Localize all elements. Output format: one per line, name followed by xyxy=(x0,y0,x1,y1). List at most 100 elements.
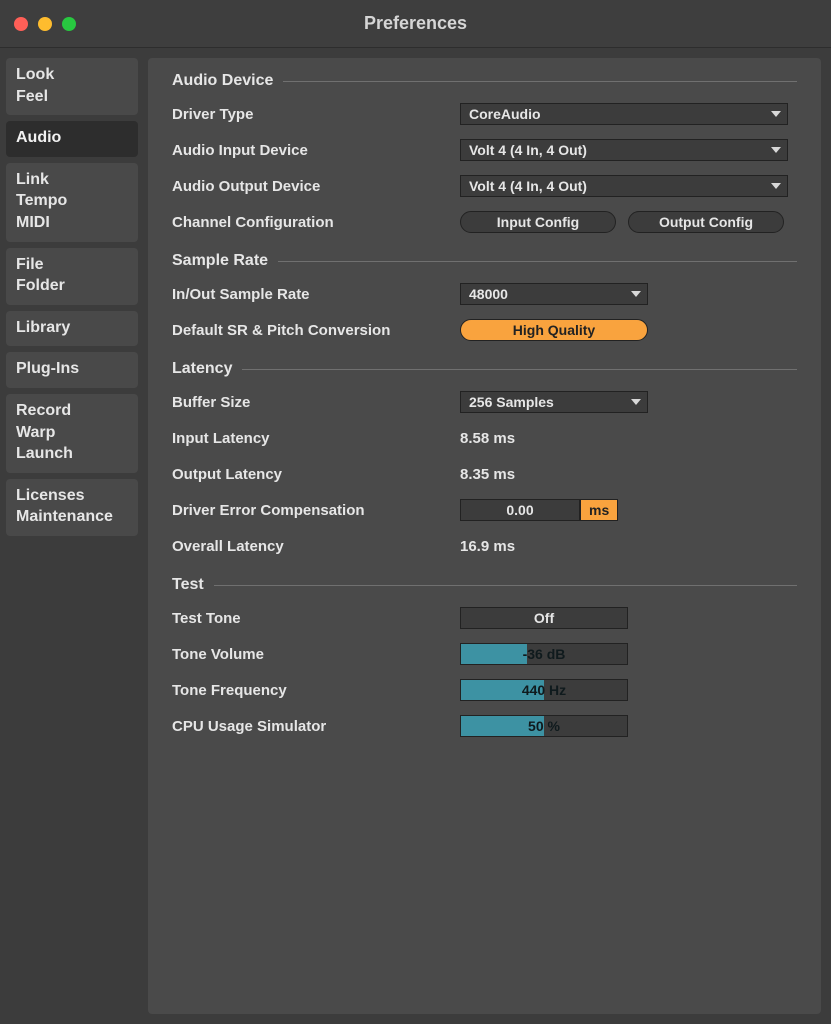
driver-error-value-input[interactable]: 0.00 xyxy=(460,499,580,521)
sidebar-item-label: Tempo xyxy=(16,190,128,212)
section-rule xyxy=(214,585,797,586)
sr-conversion-toggle[interactable]: High Quality xyxy=(460,319,648,341)
sidebar-item-label: Licenses xyxy=(16,485,128,507)
chevron-down-icon xyxy=(631,291,641,297)
section-title-audio-device: Audio Device xyxy=(172,72,797,90)
row-cpu-usage-simulator: CPU Usage Simulator 50 % xyxy=(172,712,797,740)
sidebar-item-label: Library xyxy=(16,317,128,339)
tone-frequency-slider[interactable]: 440 Hz xyxy=(460,679,628,701)
section-title-sample-rate: Sample Rate xyxy=(172,252,797,270)
label-inout-sample-rate: In/Out Sample Rate xyxy=(172,286,460,303)
buffer-size-dropdown[interactable]: 256 Samples xyxy=(460,391,648,413)
chevron-down-icon xyxy=(771,111,781,117)
row-driver-error-compensation: Driver Error Compensation 0.00 ms xyxy=(172,496,797,524)
sample-rate-value: 48000 xyxy=(469,286,508,302)
sidebar-item-record-warp-launch[interactable]: RecordWarpLaunch xyxy=(6,394,138,473)
section-rule xyxy=(278,261,797,262)
sidebar-item-audio[interactable]: Audio xyxy=(6,121,138,157)
driver-type-value: CoreAudio xyxy=(469,106,541,122)
row-driver-type: Driver Type CoreAudio xyxy=(172,100,797,128)
sidebar-item-plug-ins[interactable]: Plug-Ins xyxy=(6,352,138,388)
row-input-latency: Input Latency 8.58 ms xyxy=(172,424,797,452)
test-tone-toggle[interactable]: Off xyxy=(460,607,628,629)
label-buffer-size: Buffer Size xyxy=(172,394,460,411)
sidebar-item-label: Warp xyxy=(16,422,128,444)
sidebar-item-label: File xyxy=(16,254,128,276)
sidebar-item-label: Link xyxy=(16,169,128,191)
label-tone-frequency: Tone Frequency xyxy=(172,682,460,699)
section-label: Test xyxy=(172,576,204,594)
tone-volume-slider[interactable]: -36 dB xyxy=(460,643,628,665)
label-driver-error-compensation: Driver Error Compensation xyxy=(172,502,460,519)
sidebar-item-label: Look xyxy=(16,64,128,86)
input-config-button[interactable]: Input Config xyxy=(460,211,616,233)
driver-error-unit-toggle[interactable]: ms xyxy=(580,499,618,521)
label-tone-volume: Tone Volume xyxy=(172,646,460,663)
row-default-sr-conversion: Default SR & Pitch Conversion High Quali… xyxy=(172,316,797,344)
row-audio-output-device: Audio Output Device Volt 4 (4 In, 4 Out) xyxy=(172,172,797,200)
output-config-button[interactable]: Output Config xyxy=(628,211,784,233)
sidebar-item-label: Folder xyxy=(16,275,128,297)
minimize-button[interactable] xyxy=(38,17,52,31)
sidebar-item-label: Audio xyxy=(16,127,128,149)
row-tone-frequency: Tone Frequency 440 Hz xyxy=(172,676,797,704)
audio-output-device-value: Volt 4 (4 In, 4 Out) xyxy=(469,178,587,194)
tone-volume-value: -36 dB xyxy=(461,644,627,664)
sidebar-item-label: Record xyxy=(16,400,128,422)
driver-type-dropdown[interactable]: CoreAudio xyxy=(460,103,788,125)
row-audio-input-device: Audio Input Device Volt 4 (4 In, 4 Out) xyxy=(172,136,797,164)
label-input-latency: Input Latency xyxy=(172,430,460,447)
label-audio-input-device: Audio Input Device xyxy=(172,142,460,159)
row-overall-latency: Overall Latency 16.9 ms xyxy=(172,532,797,560)
label-output-latency: Output Latency xyxy=(172,466,460,483)
window-controls xyxy=(14,17,76,31)
tone-frequency-value: 440 Hz xyxy=(461,680,627,700)
sidebar-item-label: Maintenance xyxy=(16,506,128,528)
cpu-usage-value: 50 % xyxy=(461,716,627,736)
sidebar-item-file-folder[interactable]: FileFolder xyxy=(6,248,138,305)
sidebar: LookFeel Audio LinkTempoMIDI FileFolder Libr… xyxy=(0,48,144,1024)
label-audio-output-device: Audio Output Device xyxy=(172,178,460,195)
audio-input-device-value: Volt 4 (4 In, 4 Out) xyxy=(469,142,587,158)
sidebar-item-link-tempo-midi[interactable]: LinkTempoMIDI xyxy=(6,163,138,242)
input-latency-value: 8.58 ms xyxy=(460,430,515,447)
sidebar-item-label: MIDI xyxy=(16,212,128,234)
section-label: Latency xyxy=(172,360,232,378)
sidebar-item-label: Plug-Ins xyxy=(16,358,128,380)
chevron-down-icon xyxy=(631,399,641,405)
sidebar-item-look-feel[interactable]: LookFeel xyxy=(6,58,138,115)
preferences-window: Preferences LookFeel Audio LinkTempoMIDI Fi… xyxy=(0,0,831,1024)
row-test-tone: Test Tone Off xyxy=(172,604,797,632)
cpu-usage-slider[interactable]: 50 % xyxy=(460,715,628,737)
row-tone-volume: Tone Volume -36 dB xyxy=(172,640,797,668)
overall-latency-value: 16.9 ms xyxy=(460,538,515,555)
audio-output-device-dropdown[interactable]: Volt 4 (4 In, 4 Out) xyxy=(460,175,788,197)
sidebar-item-label: Feel xyxy=(16,86,128,108)
section-label: Audio Device xyxy=(172,72,273,90)
label-overall-latency: Overall Latency xyxy=(172,538,460,555)
row-output-latency: Output Latency 8.35 ms xyxy=(172,460,797,488)
buffer-size-value: 256 Samples xyxy=(469,394,554,410)
chevron-down-icon xyxy=(771,183,781,189)
titlebar: Preferences xyxy=(0,0,831,48)
row-inout-sample-rate: In/Out Sample Rate 48000 xyxy=(172,280,797,308)
section-rule xyxy=(242,369,797,370)
label-driver-type: Driver Type xyxy=(172,106,460,123)
row-channel-configuration: Channel Configuration Input Config Outpu… xyxy=(172,208,797,236)
sidebar-item-library[interactable]: Library xyxy=(6,311,138,347)
sidebar-item-label: Launch xyxy=(16,443,128,465)
label-default-sr-conversion: Default SR & Pitch Conversion xyxy=(172,322,460,339)
main-panel: Audio Device Driver Type CoreAudio Audio… xyxy=(148,58,821,1014)
label-channel-configuration: Channel Configuration xyxy=(172,214,460,231)
label-test-tone: Test Tone xyxy=(172,610,460,627)
label-cpu-usage-simulator: CPU Usage Simulator xyxy=(172,718,460,735)
sidebar-item-licenses-maintenance[interactable]: LicensesMaintenance xyxy=(6,479,138,536)
section-title-test: Test xyxy=(172,576,797,594)
section-title-latency: Latency xyxy=(172,360,797,378)
maximize-button[interactable] xyxy=(62,17,76,31)
sample-rate-dropdown[interactable]: 48000 xyxy=(460,283,648,305)
close-button[interactable] xyxy=(14,17,28,31)
window-title: Preferences xyxy=(0,13,831,34)
section-label: Sample Rate xyxy=(172,252,268,270)
audio-input-device-dropdown[interactable]: Volt 4 (4 In, 4 Out) xyxy=(460,139,788,161)
